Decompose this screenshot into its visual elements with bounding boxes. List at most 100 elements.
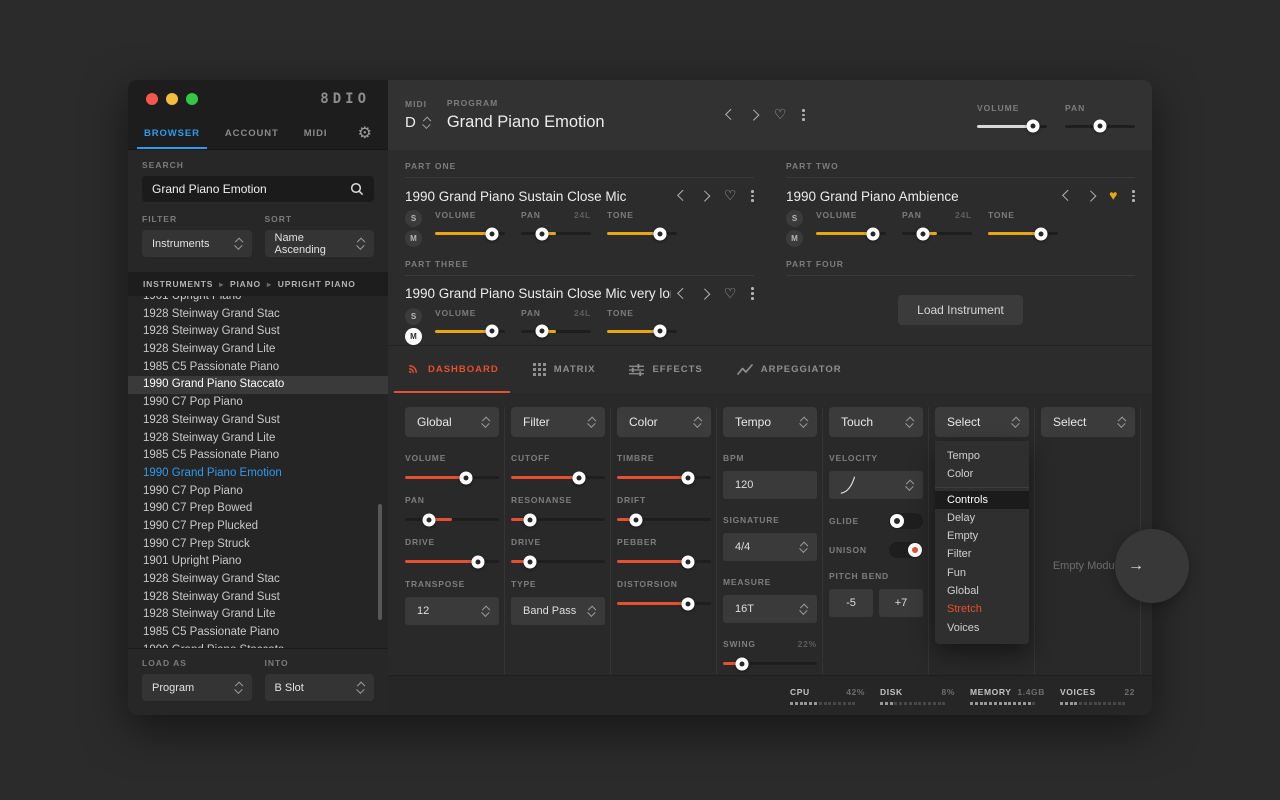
part-menu-icon[interactable]: [751, 287, 754, 299]
tab-matrix[interactable]: MATRIX: [522, 346, 607, 393]
master-volume-slider[interactable]: [977, 125, 1047, 128]
list-item[interactable]: 1990 C7 Pop Piano: [128, 394, 388, 412]
list-item[interactable]: 1985 C5 Passionate Piano: [128, 359, 388, 377]
master-pan-slider[interactable]: [1065, 125, 1135, 128]
list-item[interactable]: 1990 Grand Piano Staccato: [128, 642, 388, 648]
zoom-window-button[interactable]: [186, 93, 198, 105]
solo-button[interactable]: S: [786, 210, 803, 227]
mute-button[interactable]: M: [405, 230, 422, 247]
breadcrumb-instruments[interactable]: INSTRUMENTS: [143, 279, 213, 289]
part-volume-slider[interactable]: [435, 330, 505, 333]
list-item[interactable]: 1928 Steinway Grand Lite: [128, 606, 388, 624]
tab-midi[interactable]: MIDI: [304, 118, 328, 149]
load-instrument-button[interactable]: Load Instrument: [898, 295, 1023, 325]
next-instrument-button[interactable]: [700, 191, 711, 202]
module-select[interactable]: Tempo: [723, 407, 817, 437]
solo-button[interactable]: S: [405, 210, 422, 227]
midi-channel-selector[interactable]: D: [405, 114, 431, 131]
swing-slider[interactable]: [723, 662, 817, 665]
list-item[interactable]: 1990 C7 Prep Struck: [128, 536, 388, 554]
filter-type-stepper[interactable]: Band Pass: [511, 597, 605, 625]
list-item[interactable]: 1985 C5 Passionate Piano: [128, 624, 388, 642]
tab-browser[interactable]: BROWSER: [144, 118, 200, 149]
bpm-input[interactable]: 120: [723, 471, 817, 499]
favorite-part-icon[interactable]: [1109, 187, 1117, 205]
program-menu-icon[interactable]: [802, 109, 805, 121]
minimize-window-button[interactable]: [166, 93, 178, 105]
next-instrument-button[interactable]: [700, 288, 711, 299]
close-window-button[interactable]: [146, 93, 158, 105]
module-select[interactable]: Filter: [511, 407, 605, 437]
color-timbre-slider[interactable]: [617, 476, 711, 479]
filter-dropdown[interactable]: Instruments: [142, 230, 252, 257]
part-pan-slider[interactable]: [521, 232, 591, 235]
list-item[interactable]: 1990 C7 Pop Piano: [128, 483, 388, 501]
into-dropdown[interactable]: B Slot: [265, 674, 375, 701]
load-as-dropdown[interactable]: Program: [142, 674, 252, 701]
tab-arpeggiator[interactable]: ARPEGGIATOR: [726, 346, 853, 393]
prev-instrument-button[interactable]: [677, 191, 688, 202]
module-select[interactable]: Select: [935, 407, 1029, 437]
pitch-bend-down-input[interactable]: -5: [829, 589, 873, 617]
module-select[interactable]: Color: [617, 407, 711, 437]
favorite-part-icon[interactable]: [724, 285, 737, 303]
pitch-bend-up-input[interactable]: +7: [879, 589, 923, 617]
measure-stepper[interactable]: 16T: [723, 595, 817, 623]
mute-button[interactable]: M: [786, 230, 803, 247]
prev-instrument-button[interactable]: [677, 288, 688, 299]
list-item[interactable]: 1990 Grand Piano Staccato: [128, 376, 388, 394]
breadcrumb-upright-piano[interactable]: UPRIGHT PIANO: [278, 279, 356, 289]
favorite-part-icon[interactable]: [724, 187, 737, 205]
search-input[interactable]: Grand Piano Emotion: [142, 176, 374, 202]
color-drift-slider[interactable]: [617, 518, 711, 521]
transpose-stepper[interactable]: 12: [405, 597, 499, 625]
tab-account[interactable]: ACCOUNT: [225, 118, 279, 149]
select-menu-item[interactable]: Stretch: [935, 600, 1029, 618]
part-tone-slider[interactable]: [988, 232, 1058, 235]
part-volume-slider[interactable]: [435, 232, 505, 235]
mute-button[interactable]: M: [405, 328, 422, 345]
list-item[interactable]: 1901 Upright Piano: [128, 296, 388, 306]
next-program-button[interactable]: [749, 110, 760, 121]
filter-drive-slider[interactable]: [511, 560, 605, 563]
filter-cutoff-slider[interactable]: [511, 476, 605, 479]
tab-effects[interactable]: EFFECTS: [618, 346, 713, 393]
part-menu-icon[interactable]: [751, 190, 754, 202]
color-distorsion-slider[interactable]: [617, 602, 711, 605]
module-select[interactable]: Select: [1041, 407, 1135, 437]
select-menu-item[interactable]: Color: [935, 465, 1029, 483]
part-pan-slider[interactable]: [902, 232, 972, 235]
color-pebber-slider[interactable]: [617, 560, 711, 563]
glide-toggle[interactable]: [889, 513, 923, 529]
global-drive-slider[interactable]: [405, 560, 499, 563]
list-item[interactable]: 1990 C7 Prep Bowed: [128, 500, 388, 518]
sort-dropdown[interactable]: Name Ascending: [265, 230, 375, 257]
module-select[interactable]: Global: [405, 407, 499, 437]
part-menu-icon[interactable]: [1132, 190, 1135, 202]
list-item[interactable]: 1928 Steinway Grand Stac: [128, 306, 388, 324]
unison-toggle[interactable]: [889, 542, 923, 558]
search-icon[interactable]: [350, 182, 364, 196]
list-item[interactable]: 1928 Steinway Grand Sust: [128, 412, 388, 430]
solo-button[interactable]: S: [405, 308, 422, 325]
prev-instrument-button[interactable]: [1063, 191, 1074, 202]
part-tone-slider[interactable]: [607, 232, 677, 235]
select-menu-item[interactable]: Filter: [935, 545, 1029, 563]
select-menu-item[interactable]: Tempo: [935, 447, 1029, 465]
favorite-program-icon[interactable]: [774, 106, 787, 124]
velocity-curve-selector[interactable]: [829, 471, 923, 499]
list-item[interactable]: 1990 Grand Piano Emotion: [128, 465, 388, 483]
select-menu-item[interactable]: Global: [935, 582, 1029, 600]
list-item[interactable]: 1901 Upright Piano: [128, 553, 388, 571]
filter-resonanse-slider[interactable]: [511, 518, 605, 521]
breadcrumb-piano[interactable]: PIANO: [230, 279, 261, 289]
next-instrument-button[interactable]: [1085, 191, 1096, 202]
list-item[interactable]: 1928 Steinway Grand Sust: [128, 589, 388, 607]
global-pan-slider[interactable]: [405, 518, 499, 521]
global-volume-slider[interactable]: [405, 476, 499, 479]
select-menu-item[interactable]: Fun: [935, 564, 1029, 582]
list-item[interactable]: 1928 Steinway Grand Lite: [128, 430, 388, 448]
part-pan-slider[interactable]: [521, 330, 591, 333]
part-tone-slider[interactable]: [607, 330, 677, 333]
tab-dashboard[interactable]: DASHBOARD: [394, 346, 510, 393]
